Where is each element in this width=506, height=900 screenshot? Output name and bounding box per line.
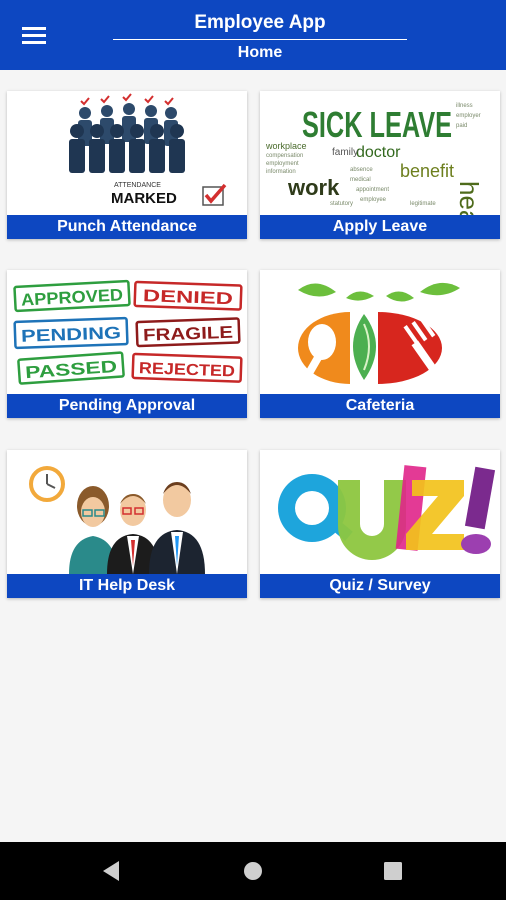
tile-cafeteria[interactable]: Cafeteria — [260, 270, 500, 418]
svg-text:illness: illness — [456, 103, 473, 109]
tile-label: Cafeteria — [260, 394, 500, 418]
status-stamps-illustration: APPROVED DENIED PENDING FRAGILE PASSED R… — [13, 279, 243, 385]
svg-text:benefit: benefit — [400, 161, 454, 181]
svg-text:employee: employee — [360, 197, 387, 203]
svg-text:MARKED: MARKED — [111, 190, 177, 207]
svg-text:information: information — [266, 169, 296, 175]
tile-apply-leave[interactable]: SICK LEAVE doctor benefit work health fa… — [260, 91, 500, 239]
tile-label: Punch Attendance — [7, 215, 247, 239]
svg-text:doctor: doctor — [356, 144, 401, 161]
tile-quiz-survey[interactable]: Quiz / Survey — [260, 450, 500, 598]
svg-text:appointment: appointment — [356, 187, 389, 193]
helpdesk-people-clock-illustration — [29, 466, 205, 574]
tile-label: IT Help Desk — [7, 574, 247, 598]
hamburger-menu-icon[interactable] — [14, 20, 54, 50]
svg-text:legitimate: legitimate — [410, 201, 436, 207]
app-bar: Employee App Home — [0, 0, 506, 70]
home-circle-icon[interactable] — [238, 856, 268, 886]
svg-text:workplace: workplace — [265, 141, 307, 151]
svg-text:absence: absence — [350, 167, 373, 173]
quiz-colorful-lettering — [278, 465, 496, 560]
cafeteria-spoon-fork-logo — [298, 282, 460, 384]
system-navigation-bar — [0, 842, 506, 900]
recents-square-icon[interactable] — [378, 856, 408, 886]
tile-label: Apply Leave — [260, 215, 500, 239]
svg-text:employment: employment — [266, 161, 299, 167]
svg-text:SICK LEAVE: SICK LEAVE — [302, 104, 452, 145]
svg-text:PENDING: PENDING — [21, 323, 122, 345]
svg-text:FRAGILE: FRAGILE — [143, 323, 234, 345]
svg-text:family: family — [332, 147, 358, 158]
svg-text:health: health — [454, 181, 484, 215]
home-grid: ATTENDANCE MARKED Punch Attendance SICK … — [0, 70, 506, 842]
tile-label: Pending Approval — [7, 394, 247, 418]
page-title: Home — [237, 44, 283, 61]
back-triangle-icon[interactable] — [96, 856, 126, 886]
tile-pending-approval[interactable]: APPROVED DENIED PENDING FRAGILE PASSED R… — [7, 270, 247, 418]
svg-text:medical: medical — [350, 177, 371, 183]
svg-text:ATTENDANCE: ATTENDANCE — [114, 182, 161, 189]
svg-text:compensation: compensation — [266, 153, 303, 159]
svg-text:employer: employer — [456, 113, 481, 119]
app-title: Employee App — [194, 12, 326, 33]
tile-it-help-desk[interactable]: IT Help Desk — [7, 450, 247, 598]
title-divider — [113, 39, 407, 40]
tile-punch-attendance[interactable]: ATTENDANCE MARKED Punch Attendance — [7, 91, 247, 239]
svg-text:statutory: statutory — [330, 201, 353, 207]
tile-label: Quiz / Survey — [260, 574, 500, 598]
attendance-marked-illustration: ATTENDANCE MARKED — [69, 93, 227, 207]
svg-text:paid: paid — [456, 123, 467, 129]
svg-text:work: work — [287, 175, 340, 200]
svg-text:DENIED: DENIED — [143, 286, 234, 308]
app-bar-titles: Employee App Home — [110, 10, 410, 62]
svg-text:REJECTED: REJECTED — [139, 360, 236, 380]
sick-leave-word-cloud: SICK LEAVE doctor benefit work health fa… — [265, 103, 484, 215]
